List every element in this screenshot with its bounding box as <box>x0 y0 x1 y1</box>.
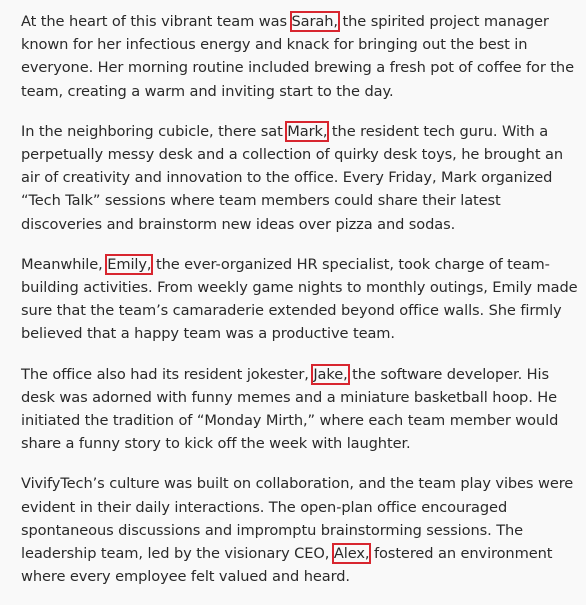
paragraph-text: Meanwhile, <box>21 255 108 273</box>
highlighted-name-emily: Emily, <box>105 253 154 275</box>
paragraph-alex: VivifyTech’s culture was built on collab… <box>21 472 581 588</box>
highlighted-name-mark: Mark, <box>285 120 330 142</box>
article-body: At the heart of this vibrant team was Sa… <box>21 10 581 605</box>
paragraph-mark: In the neighboring cubicle, there sat Ma… <box>21 120 581 236</box>
paragraph-jake: The office also had its resident jokeste… <box>21 363 581 456</box>
paragraph-text: In the neighboring cubicle, there sat <box>21 122 288 140</box>
highlighted-name-sarah: Sarah, <box>289 11 340 32</box>
highlighted-name-alex: Alex, <box>331 543 372 565</box>
paragraph-text: The office also had its resident jokeste… <box>21 365 314 383</box>
highlighted-name-jake: Jake, <box>311 363 350 385</box>
paragraph-text: At the heart of this vibrant team was <box>21 13 292 30</box>
paragraph-emily: Meanwhile, Emily, the ever-organized HR … <box>21 253 581 346</box>
paragraph-sarah: At the heart of this vibrant team was Sa… <box>21 10 581 103</box>
